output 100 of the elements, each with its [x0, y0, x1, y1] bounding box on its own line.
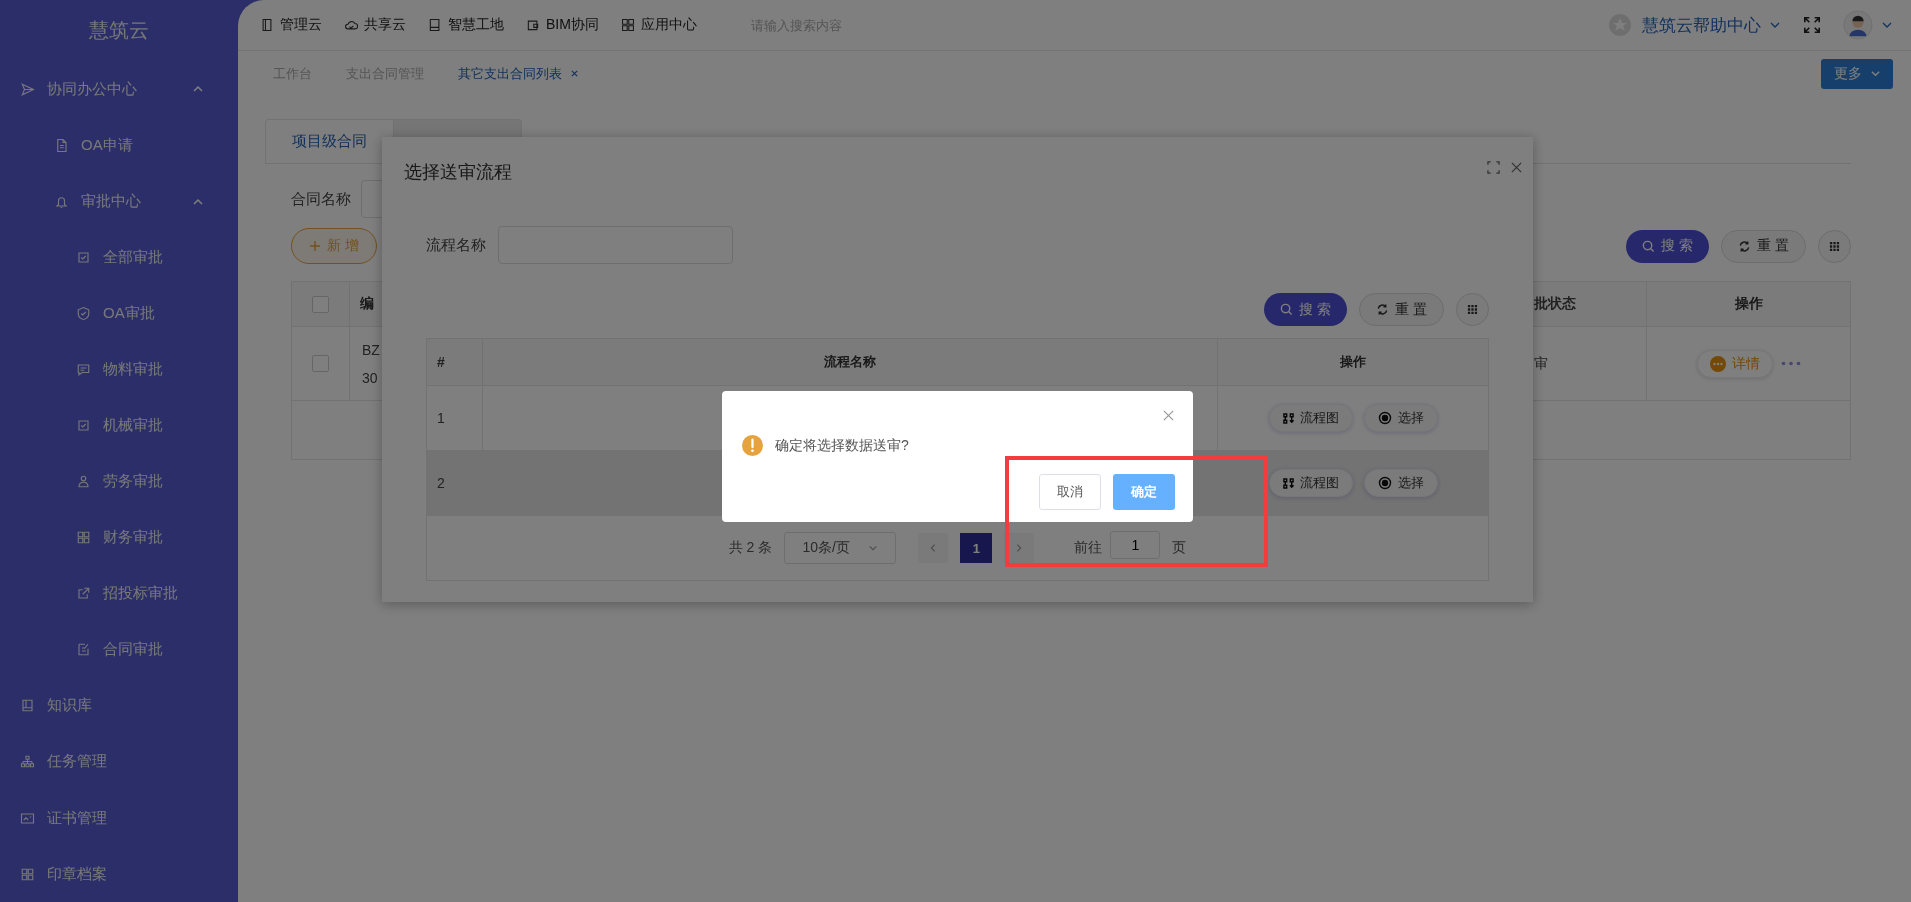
column-header: 流程名称: [824, 353, 876, 371]
details-button[interactable]: 详情: [1696, 349, 1773, 378]
ellipsis-circle-icon: [1709, 355, 1726, 372]
column-header: #: [437, 354, 445, 370]
columns-button[interactable]: [1456, 293, 1489, 326]
filter-label: 流程名称: [426, 235, 486, 255]
sidebar-label: 任务管理: [47, 752, 107, 772]
reset-button[interactable]: 重 置: [1721, 229, 1806, 263]
sidebar-label: 证书管理: [47, 808, 107, 828]
columns-button[interactable]: [1818, 229, 1851, 263]
fullscreen-icon[interactable]: [1803, 16, 1821, 34]
sidebar-item[interactable]: 审批中心: [0, 173, 238, 230]
search-button[interactable]: 搜 索: [1626, 229, 1710, 263]
checkbox-icon: [76, 418, 91, 434]
sidebar-label: 机械审批: [103, 416, 163, 436]
checkbox-icon: [76, 250, 91, 266]
sidebar-item[interactable]: 协同办公中心: [0, 61, 238, 118]
certificate-icon: [20, 810, 35, 826]
add-button[interactable]: 新 增: [291, 228, 377, 264]
flowchart-button[interactable]: 流程图: [1268, 469, 1353, 497]
close-icon[interactable]: [1510, 161, 1523, 174]
table-cell: 30: [362, 369, 378, 386]
shield-icon: [76, 306, 91, 322]
page-size-select[interactable]: 10条/页: [784, 532, 897, 564]
bell-icon: [54, 194, 69, 209]
grid-icon: [1467, 304, 1478, 315]
sidebar-label: 审批中心: [81, 192, 141, 211]
sidebar-item[interactable]: 物料审批: [0, 341, 238, 398]
nav-item[interactable]: 应用中心: [620, 16, 697, 34]
chevron-down-icon: [1869, 68, 1881, 79]
book-icon: [428, 18, 442, 32]
page-unit-label: 页: [1172, 539, 1187, 557]
sidebar-label: 协同办公中心: [47, 79, 137, 99]
grid-icon: [1829, 240, 1840, 252]
sidebar-label: OA审批: [103, 304, 155, 324]
cancel-button[interactable]: 取消: [1039, 474, 1101, 510]
sidebar-item[interactable]: 机械审批: [0, 397, 238, 454]
more-icon[interactable]: [1780, 361, 1801, 366]
nav-label: 共享云: [364, 16, 406, 34]
sidebar-label: 合同审批: [103, 640, 163, 660]
search-button[interactable]: 搜 索: [1264, 293, 1348, 326]
reset-button[interactable]: 重 置: [1359, 293, 1444, 326]
sidebar-item[interactable]: 知识库: [0, 677, 238, 734]
nav-item[interactable]: 管理云: [260, 16, 322, 34]
nav-item[interactable]: BIM协同: [526, 16, 599, 34]
sidebar-item[interactable]: 劳务审批: [0, 453, 238, 510]
search-icon: [1642, 239, 1656, 253]
confirm-message: 确定将选择数据送审?: [775, 436, 909, 455]
wallet-icon: [526, 18, 540, 32]
sidebar-item[interactable]: 全部审批: [0, 229, 238, 286]
sidebar-item[interactable]: OA申请: [0, 117, 238, 174]
sidebar-label: 物料审批: [103, 360, 163, 380]
select-button[interactable]: 选择: [1363, 404, 1438, 432]
message-icon: [76, 362, 91, 378]
radio-icon: [1377, 411, 1392, 425]
nav-label: 应用中心: [640, 16, 697, 34]
table-cell: 审: [1534, 354, 1548, 373]
sidebar-label: OA申请: [81, 135, 133, 155]
column-header: 操作: [1734, 295, 1763, 313]
nav-label: 智慧工地: [448, 16, 504, 34]
sidebar-label: 全部审批: [103, 248, 163, 268]
checkbox[interactable]: [312, 355, 329, 372]
flowchart-icon: [1282, 412, 1294, 424]
more-button[interactable]: 更多: [1821, 58, 1893, 89]
flowchart-button[interactable]: 流程图: [1268, 404, 1353, 432]
share-icon: [76, 586, 91, 602]
app-logo: 慧筑云: [88, 18, 150, 44]
sidebar-label: 印章档案: [47, 864, 107, 884]
sidebar-item[interactable]: 任务管理: [0, 733, 238, 790]
close-icon[interactable]: [570, 69, 579, 78]
column-header: 操作: [1340, 353, 1366, 371]
hierarchy-icon: [20, 754, 35, 770]
checkbox[interactable]: [312, 295, 329, 313]
page-tab[interactable]: 其它支出合同列表: [441, 64, 596, 83]
page-button[interactable]: 1: [960, 533, 993, 563]
sidebar-item[interactable]: 招投标审批: [0, 565, 238, 622]
help-center-link[interactable]: 慧筑云帮助中心: [1642, 13, 1761, 37]
nav-item[interactable]: 智慧工地: [428, 16, 504, 34]
sidebar-item[interactable]: OA审批: [0, 285, 238, 342]
grid-icon: [620, 18, 635, 32]
refresh-icon: [1738, 239, 1752, 253]
avatar-icon[interactable]: [1843, 10, 1873, 40]
select-button[interactable]: 选择: [1363, 469, 1438, 497]
sidebar-label: 知识库: [47, 696, 92, 716]
flowchart-icon: [1282, 477, 1294, 489]
column-header: 批状态: [1534, 295, 1576, 313]
maximize-icon[interactable]: [1487, 161, 1500, 174]
goto-label: 前往: [1074, 539, 1103, 557]
ok-button[interactable]: 确定: [1113, 474, 1175, 510]
book-icon: [20, 698, 35, 714]
nav-item[interactable]: 共享云: [344, 16, 406, 34]
plus-icon: [309, 240, 322, 252]
grid-icon: [76, 530, 91, 546]
content-tab[interactable]: 项目级合同: [265, 119, 394, 163]
sidebar-item[interactable]: 合同审批: [0, 621, 238, 678]
sidebar-item[interactable]: 财务审批: [0, 509, 238, 566]
sidebar-item[interactable]: 印章档案: [0, 846, 238, 902]
sidebar-item[interactable]: 证书管理: [0, 790, 238, 847]
close-icon[interactable]: [1162, 409, 1175, 422]
page-number-field[interactable]: 1: [1110, 531, 1161, 559]
